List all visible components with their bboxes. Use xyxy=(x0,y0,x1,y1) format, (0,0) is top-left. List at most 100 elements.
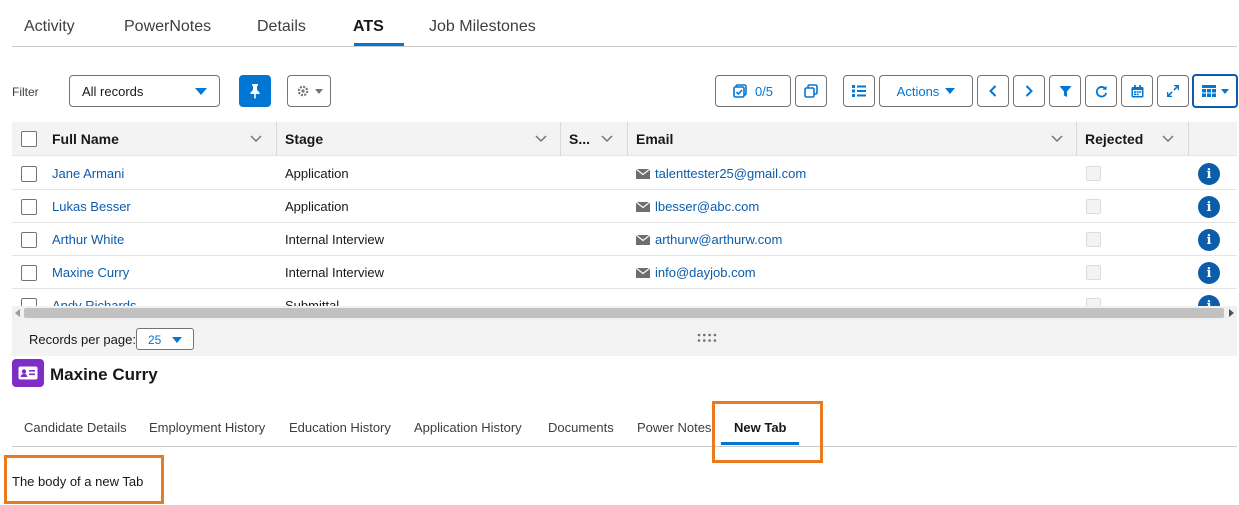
settings-button[interactable] xyxy=(287,75,331,107)
chevron-down-icon xyxy=(1220,88,1229,94)
row-checkbox[interactable] xyxy=(21,265,37,281)
tab-documents[interactable]: Documents xyxy=(548,420,614,435)
scroll-right-icon[interactable] xyxy=(1229,309,1234,317)
list-view-button[interactable] xyxy=(843,75,875,107)
email-icon xyxy=(636,169,650,179)
row-checkbox[interactable] xyxy=(21,166,37,182)
candidate-name-link[interactable]: Jane Armani xyxy=(52,166,124,181)
rejected-checkbox xyxy=(1086,232,1101,247)
row-checkbox[interactable] xyxy=(21,232,37,248)
stage-cell: Internal Interview xyxy=(285,232,384,247)
chevron-down-icon[interactable] xyxy=(1162,135,1174,143)
rejected-checkbox xyxy=(1086,199,1101,214)
chevron-down-icon xyxy=(195,88,207,95)
tab-job-milestones[interactable]: Job Milestones xyxy=(429,18,536,36)
table-icon xyxy=(1201,85,1216,97)
chevron-down-icon xyxy=(172,337,182,343)
filter-icon xyxy=(1059,85,1071,97)
email-link[interactable]: arthurw@arthurw.com xyxy=(636,232,782,247)
expand-icon xyxy=(1167,85,1179,97)
info-icon[interactable]: i xyxy=(1198,163,1220,185)
column-divider[interactable] xyxy=(560,122,561,156)
column-header-s[interactable]: S... xyxy=(569,122,590,156)
select-all-checkbox[interactable] xyxy=(21,131,37,147)
rejected-checkbox xyxy=(1086,265,1101,280)
previous-button[interactable] xyxy=(977,75,1009,107)
calendar-icon xyxy=(1131,84,1143,97)
calendar-button[interactable] xyxy=(1121,75,1153,107)
tab-candidate-details[interactable]: Candidate Details xyxy=(24,420,127,435)
tab-power-notes[interactable]: Power Notes xyxy=(637,420,711,435)
column-header-email[interactable]: Email xyxy=(636,122,673,156)
stage-cell: Application xyxy=(285,166,349,181)
table-row: Lukas Besser Application lbesser@abc.com… xyxy=(12,190,1237,223)
list-icon xyxy=(852,85,866,97)
tab-powernotes[interactable]: PowerNotes xyxy=(124,18,211,36)
filter-button[interactable] xyxy=(1049,75,1081,107)
resize-grip-icon[interactable] xyxy=(697,333,717,343)
email-link[interactable]: talenttester25@gmail.com xyxy=(636,166,806,181)
new-tab-highlight xyxy=(712,401,823,463)
scroll-left-icon[interactable] xyxy=(15,309,20,317)
table-row: Maxine Curry Internal Interview info@day… xyxy=(12,256,1237,289)
tab-education-history[interactable]: Education History xyxy=(289,420,391,435)
info-icon[interactable]: i xyxy=(1198,295,1220,306)
actions-button[interactable]: Actions xyxy=(879,75,973,107)
chevron-down-icon[interactable] xyxy=(601,135,613,143)
copy-icon xyxy=(804,84,818,98)
filter-select[interactable]: All records xyxy=(69,75,220,107)
info-icon[interactable]: i xyxy=(1198,229,1220,251)
gear-icon xyxy=(297,85,308,97)
chevron-down-icon[interactable] xyxy=(535,135,547,143)
candidate-name-link[interactable]: Lukas Besser xyxy=(52,199,131,214)
table-footer: Records per page: 25 xyxy=(12,320,1237,356)
email-link[interactable]: info@dayjob.com xyxy=(636,265,756,280)
info-icon[interactable]: i xyxy=(1198,262,1220,284)
active-tab-indicator xyxy=(354,43,404,46)
expand-button[interactable] xyxy=(1157,75,1189,107)
pin-button[interactable] xyxy=(239,75,271,107)
refresh-button[interactable] xyxy=(1085,75,1117,107)
tab-details[interactable]: Details xyxy=(257,18,306,36)
email-link[interactable]: lbesser@abc.com xyxy=(636,199,759,214)
filter-select-value: All records xyxy=(82,84,144,99)
stage-cell: Submittal xyxy=(285,298,340,306)
tab-employment-history[interactable]: Employment History xyxy=(149,420,265,435)
column-header-stage[interactable]: Stage xyxy=(285,122,323,156)
records-table: Full Name Stage S... Email Rejected Jane… xyxy=(12,122,1237,306)
selected-records-button[interactable]: 0/5 xyxy=(715,75,791,107)
email-icon xyxy=(636,235,650,245)
email-text: talenttester25@gmail.com xyxy=(655,166,807,181)
email-text: info@dayjob.com xyxy=(655,265,756,280)
table-header: Full Name Stage S... Email Rejected xyxy=(12,122,1237,156)
column-divider[interactable] xyxy=(1076,122,1077,156)
chevron-down-icon[interactable] xyxy=(250,135,262,143)
filter-label: Filter xyxy=(12,85,39,99)
scrollbar-thumb[interactable] xyxy=(24,308,1224,318)
column-divider[interactable] xyxy=(276,122,277,156)
column-header-rejected[interactable]: Rejected xyxy=(1085,122,1143,156)
row-checkbox[interactable] xyxy=(21,298,37,306)
tab-ats[interactable]: ATS xyxy=(353,18,384,36)
column-header-full-name[interactable]: Full Name xyxy=(52,122,119,156)
next-button[interactable] xyxy=(1013,75,1045,107)
candidate-name-link[interactable]: Arthur White xyxy=(52,232,124,247)
column-settings-button[interactable] xyxy=(1192,74,1238,108)
horizontal-scrollbar[interactable] xyxy=(12,306,1237,320)
candidate-name-link[interactable]: Maxine Curry xyxy=(52,265,129,280)
rejected-checkbox xyxy=(1086,166,1101,181)
records-per-page-select[interactable]: 25 xyxy=(136,328,194,350)
tab-application-history[interactable]: Application History xyxy=(414,420,522,435)
actions-label: Actions xyxy=(896,83,940,99)
chevron-down-icon[interactable] xyxy=(1051,135,1063,143)
email-icon xyxy=(636,268,650,278)
candidate-name-link[interactable]: Andy Richards xyxy=(52,298,137,306)
rejected-checkbox xyxy=(1086,298,1101,306)
copy-button[interactable] xyxy=(795,75,827,107)
selected-records-icon xyxy=(733,84,747,98)
row-checkbox[interactable] xyxy=(21,199,37,215)
column-divider[interactable] xyxy=(627,122,628,156)
info-icon[interactable]: i xyxy=(1198,196,1220,218)
tab-activity[interactable]: Activity xyxy=(24,18,75,36)
column-divider xyxy=(1188,122,1189,156)
